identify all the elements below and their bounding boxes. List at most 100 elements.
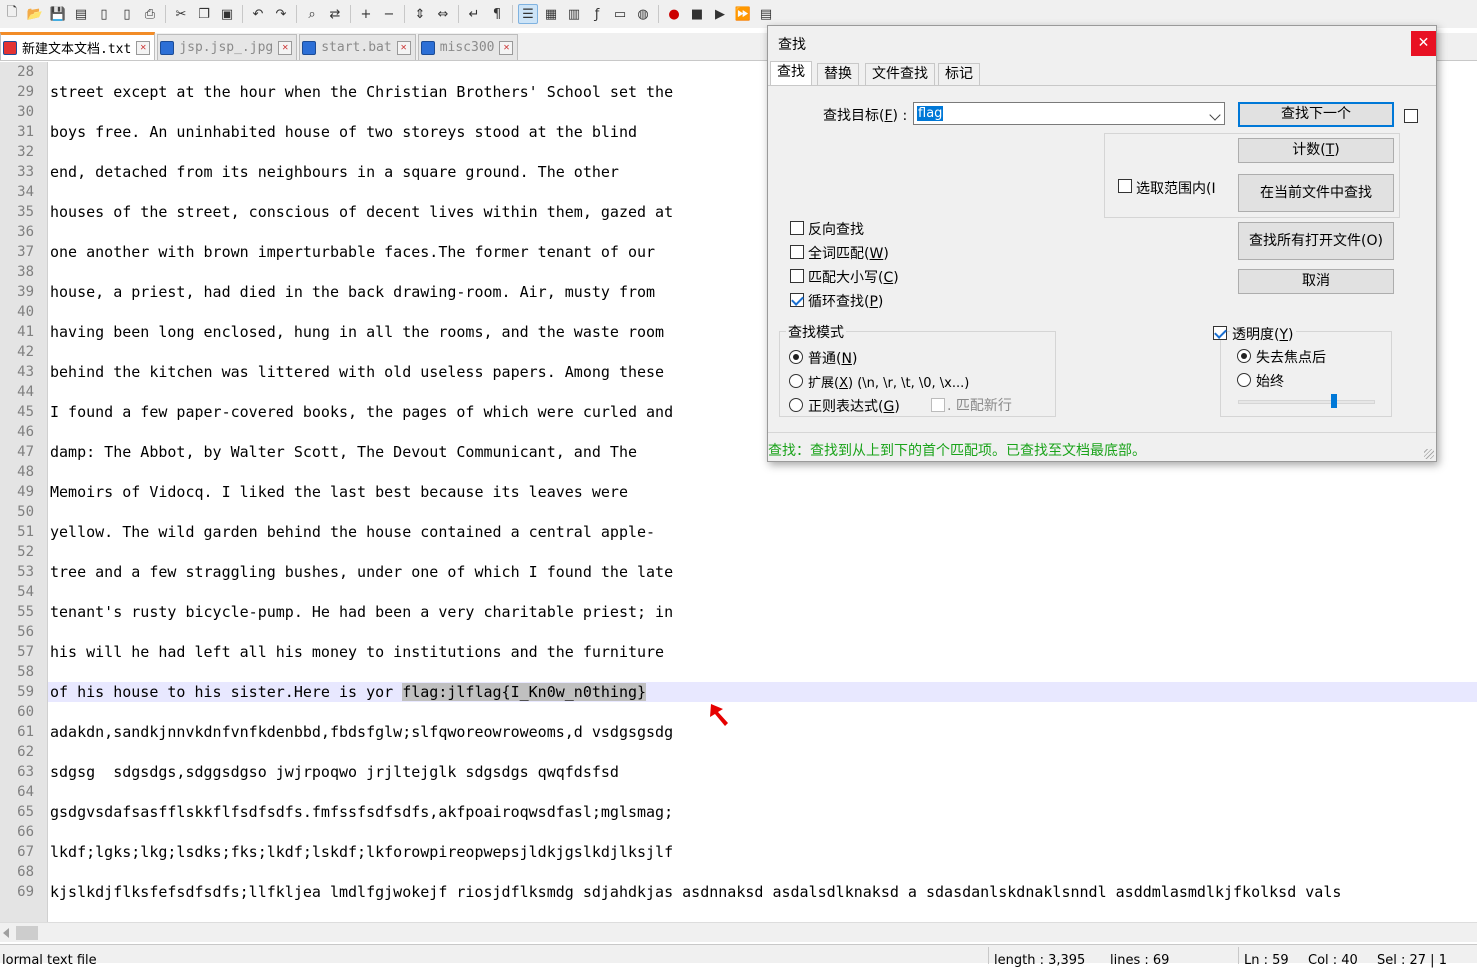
tab-document[interactable]: 新建文本文档.txt ✕: [0, 32, 156, 60]
text-line[interactable]: lkdf;lgks;lkg;lsdks;fks;lkdf;lskdf;lkfor…: [50, 842, 673, 862]
user-lang-icon[interactable]: ▦: [541, 4, 561, 24]
find-all-open-files-button[interactable]: 查找所有打开文件(O): [1238, 222, 1394, 260]
text-line[interactable]: yellow. The wild garden behind the house…: [50, 522, 655, 542]
always-radio[interactable]: [1237, 373, 1251, 387]
close-icon[interactable]: ✕: [1411, 31, 1436, 56]
line-number: 54: [17, 584, 34, 600]
transparency-slider[interactable]: [1238, 400, 1375, 404]
close-tab-icon[interactable]: ✕: [499, 40, 514, 55]
text-line[interactable]: houses of the street, conscious of decen…: [50, 202, 673, 222]
close-tab-icon[interactable]: ✕: [396, 40, 411, 55]
text-line[interactable]: boys free. An uninhabited house of two s…: [50, 122, 637, 142]
match-case-checkbox[interactable]: [790, 269, 804, 283]
folder-workspace-icon[interactable]: ▭: [610, 4, 630, 24]
find-next-button[interactable]: 查找下一个: [1238, 102, 1394, 127]
text-line[interactable]: one another with brown imperturbable fac…: [50, 242, 655, 262]
main-toolbar: 🗋 📂 💾 ▤ ▯ ▯ ⎙ ✂ ❐ ▣ ↶ ↷ ⌕ ⇄ + − ⇕ ⇔ ↵ ¶ ☰ ▦ ▥ ƒ ▭ ◍ ● ■ ▶ ⏩ ▤: [0, 0, 1477, 28]
run-macro-multiple-icon[interactable]: ⏩: [733, 4, 753, 24]
mode-extended-label: 扩展(X) (\n, \r, \t, \0, \x...): [808, 376, 970, 391]
mode-extended-radio[interactable]: [789, 374, 803, 388]
line-number: 33: [17, 164, 34, 180]
text-line[interactable]: his will he had left all his money to in…: [50, 642, 664, 662]
backward-checkbox[interactable]: [790, 221, 804, 235]
save-icon[interactable]: 💾: [48, 4, 68, 24]
text-line[interactable]: adakdn,sandkjnnvkdnfvnfkdenbbd,fbdsfglw;…: [50, 722, 673, 742]
play-macro-icon[interactable]: ▶: [710, 4, 730, 24]
match-newline-checkbox[interactable]: [931, 398, 945, 412]
status-col: Col : 40: [1308, 953, 1358, 968]
scrollbar-thumb[interactable]: [16, 926, 38, 940]
close-tab-icon[interactable]: ✕: [278, 40, 293, 55]
cut-icon[interactable]: ✂: [171, 4, 191, 24]
whole-word-checkbox[interactable]: [790, 245, 804, 259]
cancel-button[interactable]: 取消: [1238, 269, 1394, 294]
open-file-icon[interactable]: 📂: [25, 4, 45, 24]
function-list-icon[interactable]: ƒ: [587, 4, 607, 24]
zoom-in-icon[interactable]: +: [356, 4, 376, 24]
zoom-out-icon[interactable]: −: [379, 4, 399, 24]
doc-map-icon[interactable]: ▥: [564, 4, 584, 24]
text-line[interactable]: tree and a few straggling bushes, under …: [50, 562, 673, 582]
redo-icon[interactable]: ↷: [271, 4, 291, 24]
transparency-checkbox[interactable]: [1213, 326, 1227, 340]
text-line[interactable]: kjslkdjflksfefsdfsdfs;llfkljea lmdlfgjwo…: [50, 882, 1341, 902]
close-tab-icon[interactable]: ✕: [136, 40, 151, 55]
save-all-icon[interactable]: ▤: [71, 4, 91, 24]
tab-document[interactable]: start.bat ✕: [299, 34, 416, 60]
word-wrap-icon[interactable]: ↵: [464, 4, 484, 24]
paste-icon[interactable]: ▣: [217, 4, 237, 24]
replace-icon[interactable]: ⇄: [325, 4, 345, 24]
indent-guide-icon[interactable]: ☰: [518, 4, 538, 24]
mode-normal-radio[interactable]: [789, 350, 803, 364]
count-button[interactable]: 计数(T): [1238, 138, 1394, 163]
text-line[interactable]: gsdgvsdafsasfflskkflfsdfsdfs.fmfssfsdfsd…: [50, 802, 673, 822]
tab-find[interactable]: 查找: [770, 61, 812, 86]
in-selection-checkbox[interactable]: [1118, 179, 1132, 193]
text-line[interactable]: street except at the hour when the Chris…: [50, 82, 673, 102]
find-icon[interactable]: ⌕: [302, 4, 322, 24]
on-lose-focus-radio[interactable]: [1237, 349, 1251, 363]
mode-regex-radio[interactable]: [789, 398, 803, 412]
copy-icon[interactable]: ❐: [194, 4, 214, 24]
line-number: 56: [17, 624, 34, 640]
text-line[interactable]: Memoirs of Vidocq. I liked the last best…: [50, 482, 628, 502]
close-icon[interactable]: ▯: [94, 4, 114, 24]
text-line[interactable]: I found a few paper-covered books, the p…: [50, 402, 673, 422]
text-line[interactable]: having been long enclosed, hung in all t…: [50, 322, 664, 342]
print-icon[interactable]: ⎙: [140, 4, 160, 24]
find-in-current-button[interactable]: 在当前文件中查找: [1238, 174, 1394, 212]
find-next-option-checkbox[interactable]: [1404, 109, 1418, 123]
save-macro-icon[interactable]: ▤: [756, 4, 776, 24]
text-line[interactable]: sdgsg sdgsdgs,sdggsdgso jwjrpoqwo jrjlte…: [50, 762, 619, 782]
slider-thumb[interactable]: [1331, 394, 1337, 408]
undo-icon[interactable]: ↶: [248, 4, 268, 24]
record-macro-icon[interactable]: ●: [664, 4, 684, 24]
tab-document[interactable]: jsp.jsp_.jpg ✕: [157, 34, 298, 60]
chevron-down-icon[interactable]: [1209, 109, 1221, 121]
resize-grip-icon[interactable]: [1424, 449, 1434, 459]
text-line[interactable]: tenant's rusty bicycle-pump. He had been…: [50, 602, 673, 622]
tab-label: jsp.jsp_.jpg: [179, 40, 274, 55]
sync-vertical-icon[interactable]: ⇕: [410, 4, 430, 24]
tab-find-in-files[interactable]: 文件查找: [865, 63, 935, 85]
monitor-icon[interactable]: ◍: [633, 4, 653, 24]
text-line[interactable]: behind the kitchen was littered with old…: [50, 362, 664, 382]
scroll-left-arrow-icon[interactable]: [3, 928, 9, 938]
find-what-combobox[interactable]: flag: [913, 102, 1225, 125]
wrap-around-checkbox[interactable]: [790, 293, 804, 307]
text-line[interactable]: end, detached from its neighbours in a s…: [50, 162, 619, 182]
tab-document[interactable]: misc300 ✕: [417, 34, 519, 60]
stop-macro-icon[interactable]: ■: [687, 4, 707, 24]
tab-mark[interactable]: 标记: [938, 63, 980, 85]
line-number: 35: [17, 204, 34, 220]
show-all-chars-icon[interactable]: ¶: [487, 4, 507, 24]
tab-replace[interactable]: 替换: [817, 63, 859, 85]
new-file-icon[interactable]: 🗋: [2, 4, 22, 24]
find-what-input[interactable]: flag: [917, 106, 944, 121]
close-all-icon[interactable]: ▯: [117, 4, 137, 24]
sync-horizontal-icon[interactable]: ⇔: [433, 4, 453, 24]
text-line[interactable]: house, a priest, had died in the back dr…: [50, 282, 655, 302]
horizontal-scrollbar[interactable]: [0, 922, 1477, 942]
text-line[interactable]: damp: The Abbot, by Walter Scott, The De…: [50, 442, 637, 462]
text-line[interactable]: of his house to his sister.Here is yor f…: [50, 682, 647, 702]
